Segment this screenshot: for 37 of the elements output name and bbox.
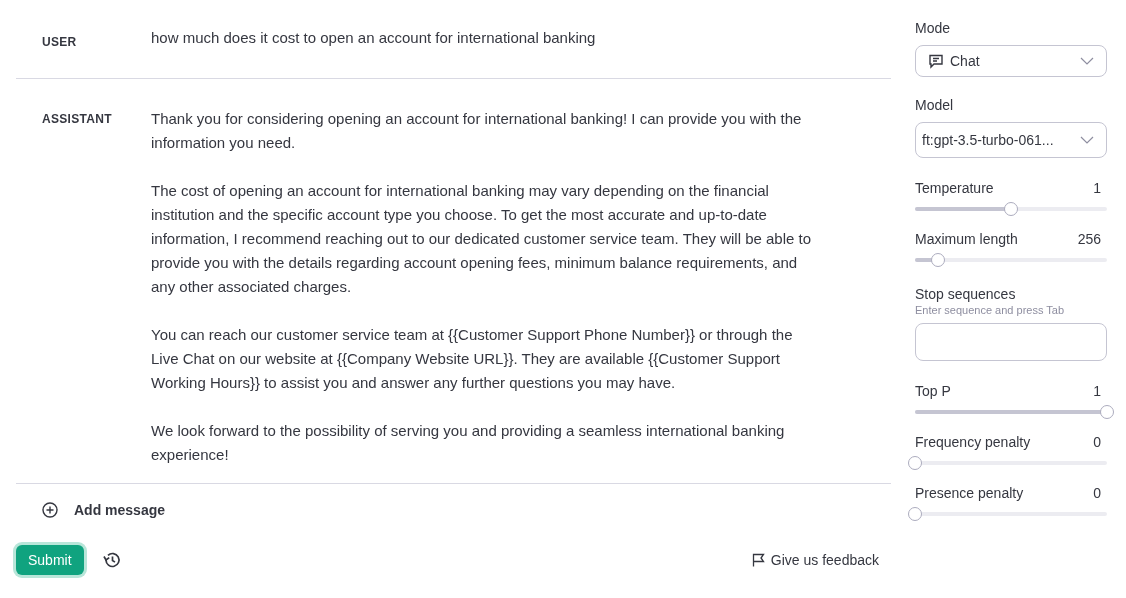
message-text: Thank you for considering opening an account for international banking! I can provide you with the information you need. [151, 109, 803, 153]
slider-value: 1 [1093, 180, 1101, 197]
flag-icon [751, 553, 765, 567]
chevron-down-icon [1080, 136, 1094, 144]
stop-sequences-field[interactable] [915, 323, 1107, 361]
message-role[interactable]: ASSISTANT [42, 107, 151, 467]
stop-sequences-hint: Enter sequence and press Tab [915, 303, 1065, 317]
slider-thumb[interactable] [908, 507, 922, 521]
feedback-link[interactable]: Give us feedback [751, 552, 879, 568]
chevron-down-icon [1080, 57, 1094, 65]
plus-circle-icon [42, 502, 58, 518]
message-text: how much does it cost to open an account for international banking [151, 28, 597, 48]
slider-value: 0 [1093, 485, 1101, 502]
slider-label: Maximum length [915, 231, 1018, 248]
add-message-button[interactable]: Add message [42, 502, 166, 518]
message-text: We look forward to the possibility of serving you and providing a seamless international banking experience! [151, 421, 786, 465]
slider-label: Presence penalty [915, 485, 1024, 502]
chat-bubble-icon [928, 53, 944, 69]
slider-value: 256 [1077, 231, 1101, 248]
model-select[interactable]: ft:gpt-3.5-turbo-061... [915, 122, 1107, 158]
mode-select[interactable]: Chat [915, 45, 1107, 77]
slider-thumb[interactable] [908, 456, 922, 470]
message-role[interactable]: USER [42, 30, 151, 54]
slider-label: Top P [915, 383, 951, 400]
history-icon[interactable] [101, 550, 122, 570]
stop-sequences-label: Stop sequences [915, 286, 1017, 303]
slider-value: 1 [1093, 383, 1101, 400]
message-text: The cost of opening an account for international banking may vary depending on the financial institution and the specific account type you choose. To get the most accurate and up-to-date information, I recommend reaching out to our dedicated customer service team. They will be able to provide you with the details regarding account opening fees, minimum balance requirements, and any other associated charges. [151, 181, 813, 297]
slider-label: Temperature [915, 180, 994, 197]
slider-thumb[interactable] [1100, 405, 1114, 419]
message-text: You can reach our customer service team at {{Customer Support Phone Number}} or through the Live Chat on our website at {{Company Website URL}}. They are available {{Customer Support Working Hours}} to assist you and answer any further questions you may have. [151, 325, 794, 393]
slider-thumb[interactable] [931, 253, 946, 267]
mode-label: Mode [915, 20, 952, 37]
model-label: Model [915, 97, 955, 114]
slider-label: Frequency penalty [915, 434, 1031, 451]
slider-thumb[interactable] [1004, 202, 1018, 216]
slider-value: 0 [1093, 434, 1101, 451]
